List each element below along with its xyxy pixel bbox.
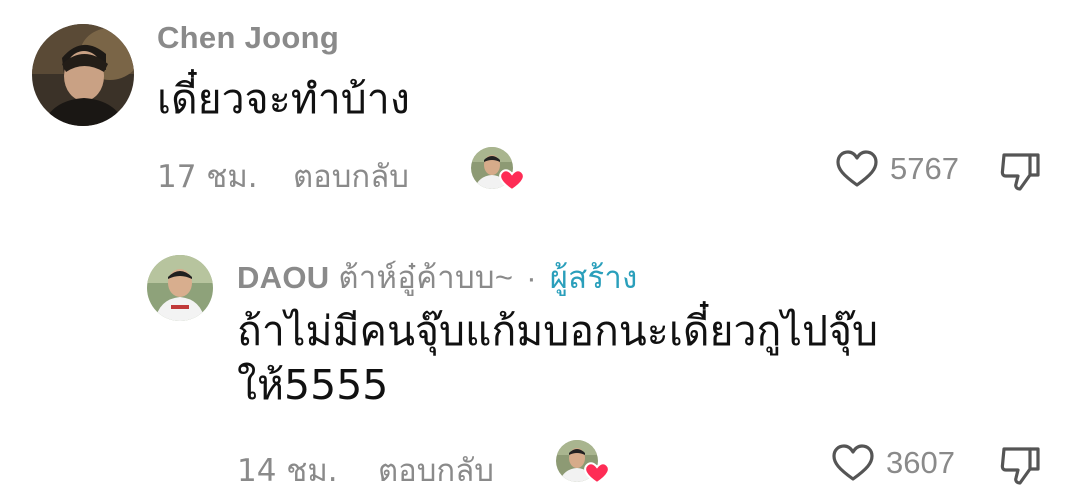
author-nickname: ต้าห์อู๋ค้าบบ~ [338, 260, 514, 295]
creator-liked-badge [470, 146, 526, 192]
thumbs-down-icon[interactable] [998, 443, 1042, 492]
like-count: 5767 [890, 151, 959, 186]
heart-outline-icon[interactable] [835, 149, 879, 194]
like-count: 3607 [886, 445, 955, 480]
avatar[interactable] [147, 255, 213, 321]
creator-label: ผู้สร้าง [549, 260, 638, 295]
heart-badge-icon [584, 462, 610, 485]
reply-text: ถ้าไม่มีคนจุ๊บแก้มบอกนะเดี๋ยวกูไปจุ๊บ ให… [237, 304, 878, 412]
reply-timestamp: 14 ชม. [237, 453, 338, 489]
reply-text-line: ถ้าไม่มีคนจุ๊บแก้มบอกนะเดี๋ยวกูไปจุ๊บ [237, 307, 879, 355]
comment-text: เดี๋ยวจะทำบ้าง [157, 75, 410, 123]
comment-timestamp: 17 ชม. [157, 159, 258, 195]
reply-author[interactable]: DAOU ต้าห์อู๋ค้าบบ~ · ผู้สร้าง [237, 252, 638, 302]
reply-text-line: ให้5555 [237, 361, 389, 409]
reply-button[interactable]: ตอบกลับ [378, 445, 494, 495]
creator-liked-badge [555, 439, 611, 485]
thumbs-down-icon[interactable] [998, 149, 1042, 198]
avatar[interactable] [32, 24, 134, 126]
reply-button[interactable]: ตอบกลับ [293, 151, 409, 201]
heart-outline-icon[interactable] [831, 443, 875, 488]
heart-badge-icon [499, 169, 525, 192]
separator: · [526, 260, 537, 295]
comment-author[interactable]: Chen Joong [157, 20, 339, 56]
